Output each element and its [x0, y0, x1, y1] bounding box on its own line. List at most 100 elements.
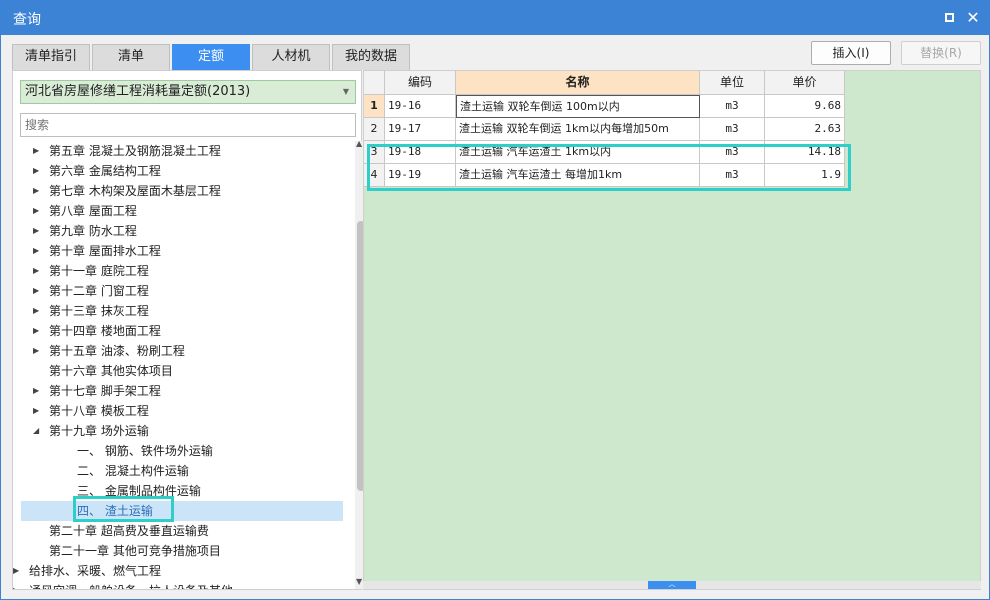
tree-item[interactable]: 第二十章 超高费及垂直运输费: [21, 521, 343, 541]
cell-name[interactable]: 渣土运输 汽车运渣土 1km以内: [456, 141, 700, 164]
tree-item[interactable]: ◢ 第十九章 场外运输: [21, 421, 343, 441]
collapsed-arrow-icon[interactable]: ▶: [33, 281, 43, 301]
quota-library-value: 河北省房屋修缮工程消耗量定额(2013): [25, 84, 251, 99]
collapsed-arrow-icon[interactable]: ▶: [33, 181, 43, 201]
left-panel: 河北省房屋修缮工程消耗量定额(2013) ▼ ▶第五章 混凝土及钢筋混凝土工程▶…: [12, 70, 367, 590]
search-input[interactable]: [20, 113, 356, 137]
row-index[interactable]: 3: [364, 141, 385, 164]
cell-name[interactable]: 渣土运输 汽车运渣土 每增加1km: [456, 164, 700, 187]
collapsed-arrow-icon[interactable]: ▶: [33, 241, 43, 261]
tree-item[interactable]: ▶ 通风空调、船舶设备、拉人设备及其他: [13, 581, 343, 589]
collapsed-arrow-icon[interactable]: ▶: [33, 301, 43, 321]
tree-item-label: 第十一章 庭院工程: [49, 264, 149, 278]
tab-labor-material-machine[interactable]: 人材机: [252, 44, 330, 70]
header-corner: [364, 71, 385, 95]
collapsed-arrow-icon[interactable]: ▶: [13, 561, 23, 581]
cell-code[interactable]: 19-17: [385, 118, 456, 141]
collapsed-arrow-icon[interactable]: ▶: [33, 261, 43, 281]
chevron-down-icon[interactable]: ▼: [343, 81, 349, 103]
cell-price[interactable]: 2.63: [765, 118, 845, 141]
tree-item-label: 第二十一章 其他可竞争措施项目: [49, 544, 221, 558]
collapsed-arrow-icon[interactable]: ▶: [13, 581, 23, 589]
collapsed-arrow-icon[interactable]: ▶: [33, 221, 43, 241]
tree-item[interactable]: 三、 金属制品构件运输: [21, 481, 343, 501]
tree-item-label: 第五章 混凝土及钢筋混凝土工程: [49, 144, 221, 158]
tree-item[interactable]: ▶ 第十章 屋面排水工程: [21, 241, 343, 261]
tab-bill-guide[interactable]: 清单指引: [12, 44, 90, 70]
collapsed-arrow-icon[interactable]: ▶: [33, 381, 43, 401]
tree-item[interactable]: ▶ 第十一章 庭院工程: [21, 261, 343, 281]
tree-item[interactable]: ▶ 第十七章 脚手架工程: [21, 381, 343, 401]
highlight-box-tree: [73, 496, 174, 522]
tree-item-label: 第十章 屋面排水工程: [49, 244, 161, 258]
cell-price[interactable]: 9.68: [765, 95, 845, 118]
cell-price[interactable]: 1.9: [765, 164, 845, 187]
tree-item[interactable]: ▶ 第十四章 楼地面工程: [21, 321, 343, 341]
tree-item-label: 第十四章 楼地面工程: [49, 324, 161, 338]
cell-price[interactable]: 14.18: [765, 141, 845, 164]
scroll-up-icon[interactable]: ▲: [356, 139, 362, 148]
row-index[interactable]: 1: [364, 95, 385, 118]
tab-quota[interactable]: 定额: [172, 44, 250, 70]
title-bar[interactable]: 查询 ✕: [1, 1, 989, 35]
result-panel: 编码 名称 单位 单价 1 19-16 渣土运输 双轮车倒运 100m以内 m3 9.6…: [363, 70, 981, 590]
tree-item[interactable]: 第十六章 其他实体项目: [21, 361, 343, 381]
collapsed-arrow-icon[interactable]: ▶: [33, 321, 43, 341]
collapsed-arrow-icon[interactable]: ▶: [33, 201, 43, 221]
replace-button[interactable]: 替换(R): [901, 41, 981, 65]
tree-item[interactable]: ▶ 第五章 混凝土及钢筋混凝土工程: [21, 141, 343, 161]
tree-item-label: 第十八章 模板工程: [49, 404, 149, 418]
cell-unit[interactable]: m3: [700, 164, 765, 187]
tab-my-data[interactable]: 我的数据: [332, 44, 410, 70]
cell-code[interactable]: 19-18: [385, 141, 456, 164]
tab-bill[interactable]: 清单: [92, 44, 170, 70]
header-unit[interactable]: 单位: [700, 71, 765, 95]
tree-item-label: 第十九章 场外运输: [49, 424, 149, 438]
header-name[interactable]: 名称: [456, 71, 700, 95]
grid-scrollbar[interactable]: ︿: [363, 581, 981, 589]
quota-library-select[interactable]: 河北省房屋修缮工程消耗量定额(2013) ▼: [20, 80, 356, 104]
expanded-arrow-icon[interactable]: ◢: [33, 421, 43, 441]
cell-unit[interactable]: m3: [700, 95, 765, 118]
collapsed-arrow-icon[interactable]: ▶: [33, 341, 43, 361]
row-index[interactable]: 2: [364, 118, 385, 141]
tree-item[interactable]: ▶ 第七章 木构架及屋面木基层工程: [21, 181, 343, 201]
cell-name[interactable]: 渣土运输 双轮车倒运 100m以内: [456, 95, 700, 118]
cell-code[interactable]: 19-16: [385, 95, 456, 118]
scroll-down-icon[interactable]: ▼: [356, 577, 362, 586]
tree-item-label: 一、 钢筋、铁件场外运输: [77, 444, 213, 458]
header-price[interactable]: 单价: [765, 71, 845, 95]
tree-item-label: 第九章 防水工程: [49, 224, 137, 238]
tree-item-label: 第六章 金属结构工程: [49, 164, 161, 178]
cell-unit[interactable]: m3: [700, 141, 765, 164]
cell-name[interactable]: 渣土运输 双轮车倒运 1km以内每增加50m: [456, 118, 700, 141]
tree-item[interactable]: 四、 渣土运输: [21, 501, 343, 521]
chapter-tree: ▶ 第五章 混凝土及钢筋混凝土工程 ▶ 第六章 金属结构工程 ▶ 第七章 木构架及屋面木基…: [13, 141, 346, 589]
header-code[interactable]: 编码: [385, 71, 456, 95]
close-icon[interactable]: ✕: [963, 8, 983, 28]
tree-item[interactable]: ▶ 第十八章 模板工程: [21, 401, 343, 421]
tree-item-label: 第十六章 其他实体项目: [49, 364, 173, 378]
tree-item-label: 二、 混凝土构件运输: [77, 464, 189, 478]
insert-button[interactable]: 插入(I): [811, 41, 891, 65]
tree-item[interactable]: ▶ 给排水、采暖、燃气工程: [13, 561, 343, 581]
tree-item[interactable]: ▶ 第九章 防水工程: [21, 221, 343, 241]
collapsed-arrow-icon[interactable]: ▶: [33, 161, 43, 181]
tree-item[interactable]: ▶ 第八章 屋面工程: [21, 201, 343, 221]
collapsed-arrow-icon[interactable]: ▶: [33, 401, 43, 421]
cell-unit[interactable]: m3: [700, 118, 765, 141]
tree-item[interactable]: 一、 钢筋、铁件场外运输: [21, 441, 343, 461]
tree-item-label: 第十二章 门窗工程: [49, 284, 149, 298]
tree-item[interactable]: 第二十一章 其他可竞争措施项目: [21, 541, 343, 561]
tree-item[interactable]: ▶ 第六章 金属结构工程: [21, 161, 343, 181]
collapsed-arrow-icon[interactable]: ▶: [33, 141, 43, 161]
maximize-icon[interactable]: [939, 8, 959, 28]
tree-item[interactable]: ▶ 第十五章 油漆、粉刷工程: [21, 341, 343, 361]
cell-code[interactable]: 19-19: [385, 164, 456, 187]
row-index[interactable]: 4: [364, 164, 385, 187]
scroll-handle-icon[interactable]: ︿: [648, 581, 696, 589]
tree-item[interactable]: ▶ 第十二章 门窗工程: [21, 281, 343, 301]
tree-item[interactable]: 二、 混凝土构件运输: [21, 461, 343, 481]
tree-item[interactable]: ▶ 第十三章 抹灰工程: [21, 301, 343, 321]
tree-item-label: 第十五章 油漆、粉刷工程: [49, 344, 185, 358]
